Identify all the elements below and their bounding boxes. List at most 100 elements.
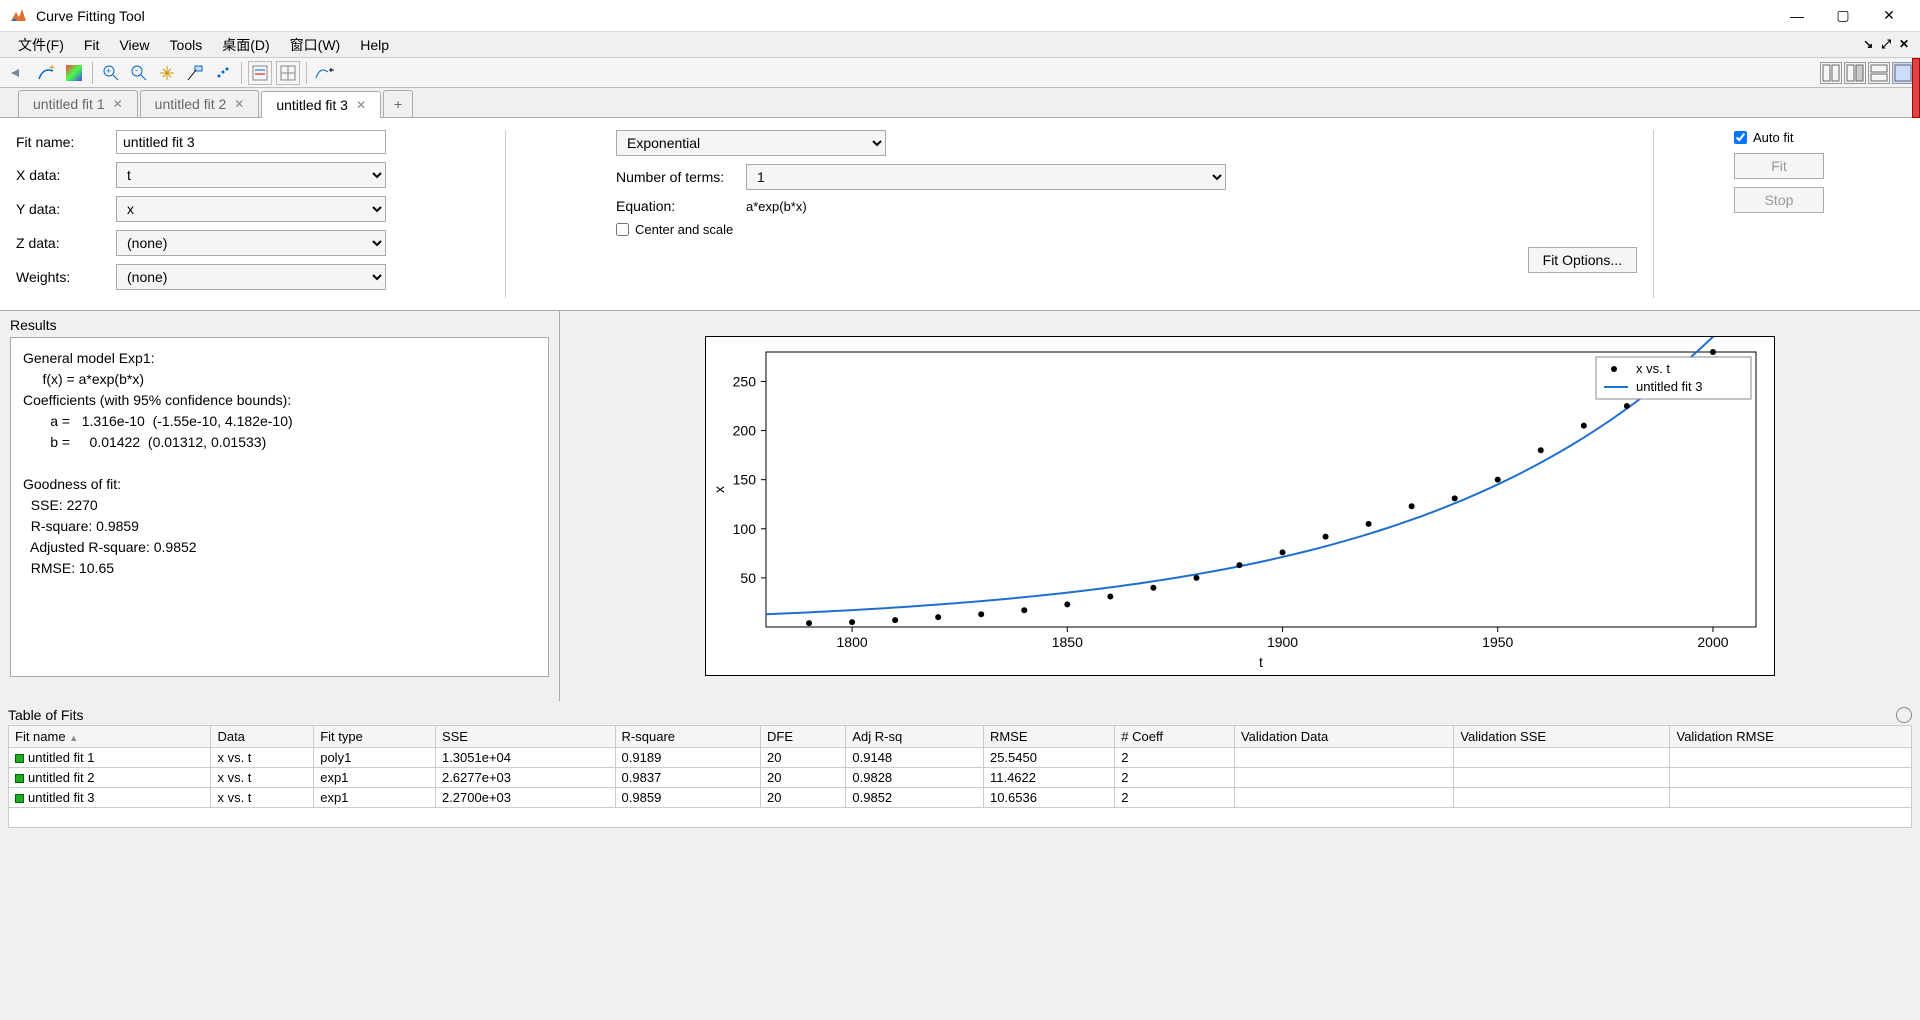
fit-chart[interactable]: 1800185019001950200050100150200250txx vs…: [705, 336, 1775, 676]
menu-window[interactable]: 窗口(W): [280, 33, 351, 57]
stop-button[interactable]: Stop: [1734, 187, 1824, 213]
matlab-logo-icon: [8, 6, 28, 26]
dock-arrow-icon[interactable]: ↘: [1860, 37, 1876, 52]
close-icon[interactable]: ✕: [234, 97, 244, 111]
tab-label: untitled fit 3: [276, 97, 348, 113]
col-header[interactable]: SSE: [435, 726, 615, 748]
tab-add[interactable]: +: [383, 90, 413, 117]
svg-text:x: x: [711, 486, 727, 493]
menu-desktop[interactable]: 桌面(D): [212, 33, 279, 57]
data-cursor-icon[interactable]: [183, 61, 207, 85]
undock-icon[interactable]: ⤢: [1878, 37, 1894, 52]
close-icon[interactable]: ✕: [113, 97, 123, 111]
equation-label: Equation:: [616, 198, 746, 214]
svg-text:t: t: [1259, 654, 1263, 670]
equation-text: a*exp(b*x): [746, 199, 807, 214]
tab-label: untitled fit 1: [33, 96, 105, 112]
tab-fit-2[interactable]: untitled fit 2 ✕: [140, 90, 260, 117]
scrollbar-handle[interactable]: [1912, 58, 1920, 118]
tab-fit-1[interactable]: untitled fit 1 ✕: [18, 90, 138, 117]
panel-close-icon[interactable]: ✕: [1896, 37, 1912, 52]
svg-text:2000: 2000: [1697, 634, 1728, 650]
col-header[interactable]: # Coeff: [1115, 726, 1235, 748]
nterms-label: Number of terms:: [616, 169, 746, 185]
colormap-icon[interactable]: [62, 61, 86, 85]
zdata-label: Z data:: [16, 235, 116, 251]
zdata-select[interactable]: (none): [116, 230, 386, 256]
svg-text:+: +: [49, 65, 55, 74]
tof-heading: Table of Fits: [8, 707, 83, 723]
zoom-in-icon[interactable]: +: [99, 61, 123, 85]
menu-help[interactable]: Help: [350, 35, 399, 55]
table-row[interactable]: untitled fit 2x vs. texp12.6277e+030.983…: [9, 768, 1912, 788]
svg-text:-: -: [135, 65, 138, 75]
col-header[interactable]: Validation SSE: [1454, 726, 1670, 748]
autofit-checkbox[interactable]: [1734, 131, 1747, 144]
svg-text:+: +: [106, 66, 111, 76]
layout-2row-icon[interactable]: [1868, 62, 1890, 84]
new-fit-icon[interactable]: +: [34, 61, 58, 85]
pan-icon[interactable]: [155, 61, 179, 85]
weights-select[interactable]: (none): [116, 264, 386, 290]
svg-text:250: 250: [733, 373, 757, 389]
table-row[interactable]: untitled fit 3x vs. texp12.2700e+030.985…: [9, 788, 1912, 808]
col-header[interactable]: Fit type: [314, 726, 436, 748]
tab-fit-3[interactable]: untitled fit 3 ✕: [261, 91, 381, 118]
table-row[interactable]: untitled fit 1x vs. tpoly11.3051e+040.91…: [9, 748, 1912, 768]
axes-limits-icon[interactable]: [313, 61, 337, 85]
fitname-input[interactable]: [116, 130, 386, 154]
col-header[interactable]: Validation RMSE: [1670, 726, 1912, 748]
autofit-label: Auto fit: [1753, 130, 1793, 145]
fittype-select[interactable]: Exponential: [616, 130, 886, 156]
fit-button[interactable]: Fit: [1734, 153, 1824, 179]
center-scale-label: Center and scale: [635, 222, 733, 237]
tab-label: untitled fit 2: [155, 96, 227, 112]
svg-text:1950: 1950: [1482, 634, 1513, 650]
layout-2col-icon[interactable]: [1844, 62, 1866, 84]
col-header[interactable]: R-square: [615, 726, 760, 748]
col-header[interactable]: Data: [211, 726, 314, 748]
results-text: General model Exp1: f(x) = a*exp(b*x) Co…: [10, 337, 549, 677]
weights-label: Weights:: [16, 269, 116, 285]
svg-text:50: 50: [740, 570, 756, 586]
menu-view[interactable]: View: [109, 35, 159, 55]
close-button[interactable]: ✕: [1866, 1, 1912, 31]
minimize-button[interactable]: —: [1774, 1, 1820, 31]
legend-icon[interactable]: [248, 61, 272, 85]
svg-text:1800: 1800: [837, 634, 868, 650]
fit-status-icon: [15, 774, 24, 783]
exclude-outliers-icon[interactable]: [211, 61, 235, 85]
xdata-select[interactable]: t: [116, 162, 386, 188]
col-header[interactable]: Validation Data: [1234, 726, 1453, 748]
ydata-select[interactable]: x: [116, 196, 386, 222]
nterms-select[interactable]: 1: [746, 164, 1226, 190]
maximize-panel-icon[interactable]: [1896, 707, 1912, 723]
fitname-label: Fit name:: [16, 134, 116, 150]
grid-icon[interactable]: [276, 61, 300, 85]
svg-text:1850: 1850: [1052, 634, 1083, 650]
svg-text:x vs. t: x vs. t: [1636, 361, 1670, 376]
menu-fit[interactable]: Fit: [74, 35, 110, 55]
svg-text:100: 100: [733, 521, 757, 537]
col-header[interactable]: Fit name ▲: [9, 726, 211, 748]
layout-1x1-icon[interactable]: [1820, 62, 1842, 84]
col-header[interactable]: RMSE: [983, 726, 1114, 748]
close-icon[interactable]: ✕: [356, 98, 366, 112]
layout-single-icon[interactable]: [1892, 62, 1914, 84]
plus-icon: +: [394, 96, 402, 112]
fits-table[interactable]: Fit name ▲DataFit typeSSER-squareDFEAdj …: [8, 725, 1912, 808]
menu-file[interactable]: 文件(F): [8, 33, 74, 57]
center-scale-checkbox[interactable]: [616, 223, 629, 236]
xdata-label: X data:: [16, 167, 116, 183]
maximize-button[interactable]: ▢: [1820, 1, 1866, 31]
col-header[interactable]: DFE: [761, 726, 846, 748]
svg-text:200: 200: [733, 423, 757, 439]
undo-arrow-icon[interactable]: [6, 61, 30, 85]
window-title: Curve Fitting Tool: [36, 8, 1774, 24]
fit-status-icon: [15, 754, 24, 763]
fit-options-button[interactable]: Fit Options...: [1528, 247, 1637, 273]
menu-tools[interactable]: Tools: [160, 35, 213, 55]
zoom-out-icon[interactable]: -: [127, 61, 151, 85]
col-header[interactable]: Adj R-sq: [846, 726, 984, 748]
svg-text:untitled fit 3: untitled fit 3: [1636, 379, 1703, 394]
